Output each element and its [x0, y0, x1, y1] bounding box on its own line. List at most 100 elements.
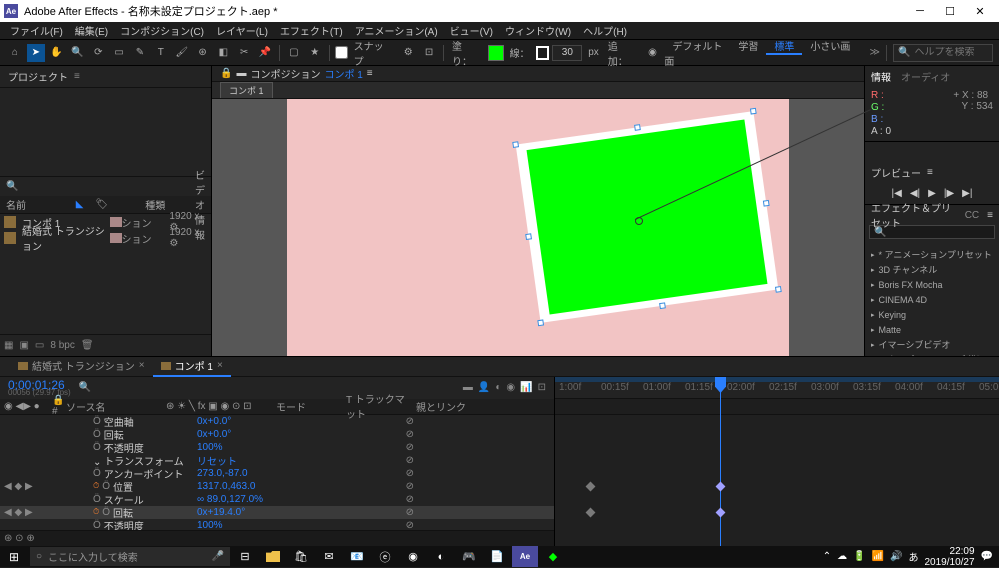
frame-blend-icon[interactable]: ◐ [495, 382, 501, 393]
bin-icon[interactable]: ▣ [19, 340, 28, 351]
shy-icon[interactable]: 👤 [478, 382, 490, 393]
effect-category[interactable]: イマーシブビデオ [865, 337, 999, 352]
comp-mini-icon[interactable]: ▬ [463, 382, 473, 393]
stroke-swatch[interactable] [536, 46, 550, 60]
property-row[interactable]: ◀ ◆ ▶⏱ Ö 位置1317.0,463.0⊘ [0, 480, 554, 493]
motion-blur-icon[interactable]: ◉ [506, 382, 515, 393]
draft-3d-icon[interactable]: ⊡ [538, 382, 546, 393]
tray-chevron-icon[interactable]: ⌃ [823, 551, 831, 562]
menu-item[interactable]: ヘルプ(H) [577, 23, 633, 38]
type-tool[interactable]: T [152, 44, 170, 62]
workspace-tab[interactable]: 学習 [730, 42, 766, 53]
trash-icon[interactable]: 🗑 [81, 340, 94, 351]
menu-item[interactable]: アニメーション(A) [349, 23, 444, 38]
property-row[interactable]: Ö アンカーポイント273.0,-87.0⊘ [0, 467, 554, 480]
effect-category[interactable]: 3D チャンネル [865, 262, 999, 277]
bpc-button[interactable]: 8 bpc [50, 340, 74, 351]
property-row[interactable]: Ö スケール∞ 89.0,127.0%⊘ [0, 493, 554, 506]
clone-tool[interactable]: ⊛ [194, 44, 212, 62]
last-frame-button[interactable]: ▶| [962, 188, 972, 199]
prev-frame-button[interactable]: ◀| [910, 188, 920, 199]
workspace-tab[interactable]: デフォルト [664, 42, 730, 53]
effect-category[interactable]: * アニメーションプリセット [865, 247, 999, 262]
folder-icon[interactable]: ▭ [35, 340, 44, 351]
brush-tool[interactable]: 🖌 [173, 44, 191, 62]
effect-category[interactable]: CINEMA 4D [865, 292, 999, 307]
clock-date[interactable]: 2019/10/27 [924, 557, 974, 568]
task-view-icon[interactable]: ⊟ [232, 546, 258, 567]
workspace-tab[interactable]: 標準 [766, 42, 802, 55]
comp-tab[interactable]: 🔒 ▬ コンポジション コンポ 1 ≡ [212, 66, 864, 82]
app-icon[interactable]: 📧 [344, 546, 370, 567]
menu-item[interactable]: ウィンドウ(W) [499, 23, 577, 38]
menu-item[interactable]: レイヤー(L) [210, 23, 274, 38]
snap-magnet-icon[interactable]: ⊡ [420, 44, 438, 62]
property-row[interactable]: Ö 回転0x+0.0°⊘ [0, 428, 554, 441]
info-tab[interactable]: 情報 [871, 69, 891, 84]
rect-tool[interactable]: ▭ [110, 44, 128, 62]
store-icon[interactable]: 🛍 [288, 546, 314, 567]
lock-icon[interactable]: 🔒 [220, 68, 232, 79]
app-icon[interactable]: ◐ [428, 546, 454, 567]
audio-tab[interactable]: オーディオ [901, 69, 950, 84]
roto-tool[interactable]: ✂ [235, 44, 253, 62]
first-frame-button[interactable]: |◀ [892, 188, 902, 199]
ie-icon[interactable]: ⓔ [372, 546, 398, 567]
add-button[interactable]: ◉ [644, 44, 662, 62]
snap-opt-icon[interactable]: ⚙ [399, 44, 417, 62]
snap-checkbox[interactable] [335, 46, 348, 59]
explorer-icon[interactable] [260, 546, 286, 567]
cloud-icon[interactable]: ☁ [837, 551, 847, 562]
battery-icon[interactable]: 🔋 [853, 551, 865, 562]
search-icon[interactable]: 🔍 [79, 382, 91, 393]
puppet-tool[interactable]: 📌 [256, 44, 274, 62]
orbit-tool[interactable]: ⟳ [89, 44, 107, 62]
property-row[interactable]: ◀ ◆ ▶⏱ Ö 回転0x+19.4.0°⊘ [0, 506, 554, 519]
ime-icon[interactable]: あ [908, 549, 918, 564]
ae-taskbar-icon[interactable]: Ae [512, 546, 538, 567]
menu-item[interactable]: コンポジション(C) [114, 23, 210, 38]
effect-category[interactable]: Keying [865, 307, 999, 322]
project-item[interactable]: 結婚式 トランジションション1920 x ⚙ [0, 230, 211, 246]
fill-swatch[interactable] [488, 45, 504, 61]
interpret-icon[interactable]: ▦ [4, 340, 13, 351]
chrome-icon[interactable]: ◉ [400, 546, 426, 567]
start-button[interactable]: ⊞ [0, 546, 28, 567]
anchor-point-icon[interactable] [635, 217, 643, 225]
app-icon[interactable]: ◆ [540, 546, 566, 567]
menu-item[interactable]: 編集(E) [69, 23, 114, 38]
project-tab[interactable]: プロジェクト≡ [0, 66, 211, 88]
close-icon[interactable]: × [217, 360, 223, 371]
graph-icon[interactable]: 📊 [520, 382, 532, 393]
volume-icon[interactable]: 🔊 [890, 551, 902, 562]
effect-category[interactable]: Boris FX Mocha [865, 277, 999, 292]
menu-item[interactable]: エフェクト(T) [274, 23, 349, 38]
timeline-tab[interactable]: 結婚式 トランジション × [10, 356, 153, 377]
menu-item[interactable]: ビュー(V) [444, 23, 499, 38]
eraser-tool[interactable]: ◧ [214, 44, 232, 62]
pen-tool[interactable]: ✎ [131, 44, 149, 62]
close-button[interactable]: ✕ [965, 0, 995, 22]
mail-icon[interactable]: ✉ [316, 546, 342, 567]
app-icon[interactable]: 📄 [484, 546, 510, 567]
selection-tool[interactable]: ➤ [27, 44, 45, 62]
clock-time[interactable]: 22:09 [924, 546, 974, 557]
time-ruler[interactable]: 1:00f00:15f01:00f01:15f02:00f02:15f03:00… [555, 377, 999, 399]
property-row[interactable]: Ö 不透明度100%⊘ [0, 519, 554, 530]
shape-tool[interactable]: ▢ [285, 44, 303, 62]
close-icon[interactable]: × [139, 360, 145, 371]
maximize-button[interactable]: ☐ [935, 0, 965, 22]
notification-icon[interactable]: 💬 [981, 551, 993, 562]
hand-tool[interactable]: ✋ [48, 44, 66, 62]
shape-layer[interactable] [516, 111, 779, 323]
project-search[interactable]: 🔍 [0, 176, 211, 196]
comp-subtab[interactable]: コンポ 1 [220, 82, 273, 98]
wifi-icon[interactable]: 📶 [872, 551, 884, 562]
zoom-tool[interactable]: 🔍 [69, 44, 87, 62]
taskbar-search[interactable]: ○ ここに入力して検索 🎤 [30, 547, 230, 566]
panel-menu-icon[interactable]: ≡ [367, 68, 373, 79]
property-row[interactable]: Ö 空曲軸0x+0.0°⊘ [0, 415, 554, 428]
property-row[interactable]: ⌄ トランスフォームリセット⊘ [0, 454, 554, 467]
help-search[interactable]: 🔍 [893, 44, 993, 62]
menu-item[interactable]: ファイル(F) [4, 23, 69, 38]
